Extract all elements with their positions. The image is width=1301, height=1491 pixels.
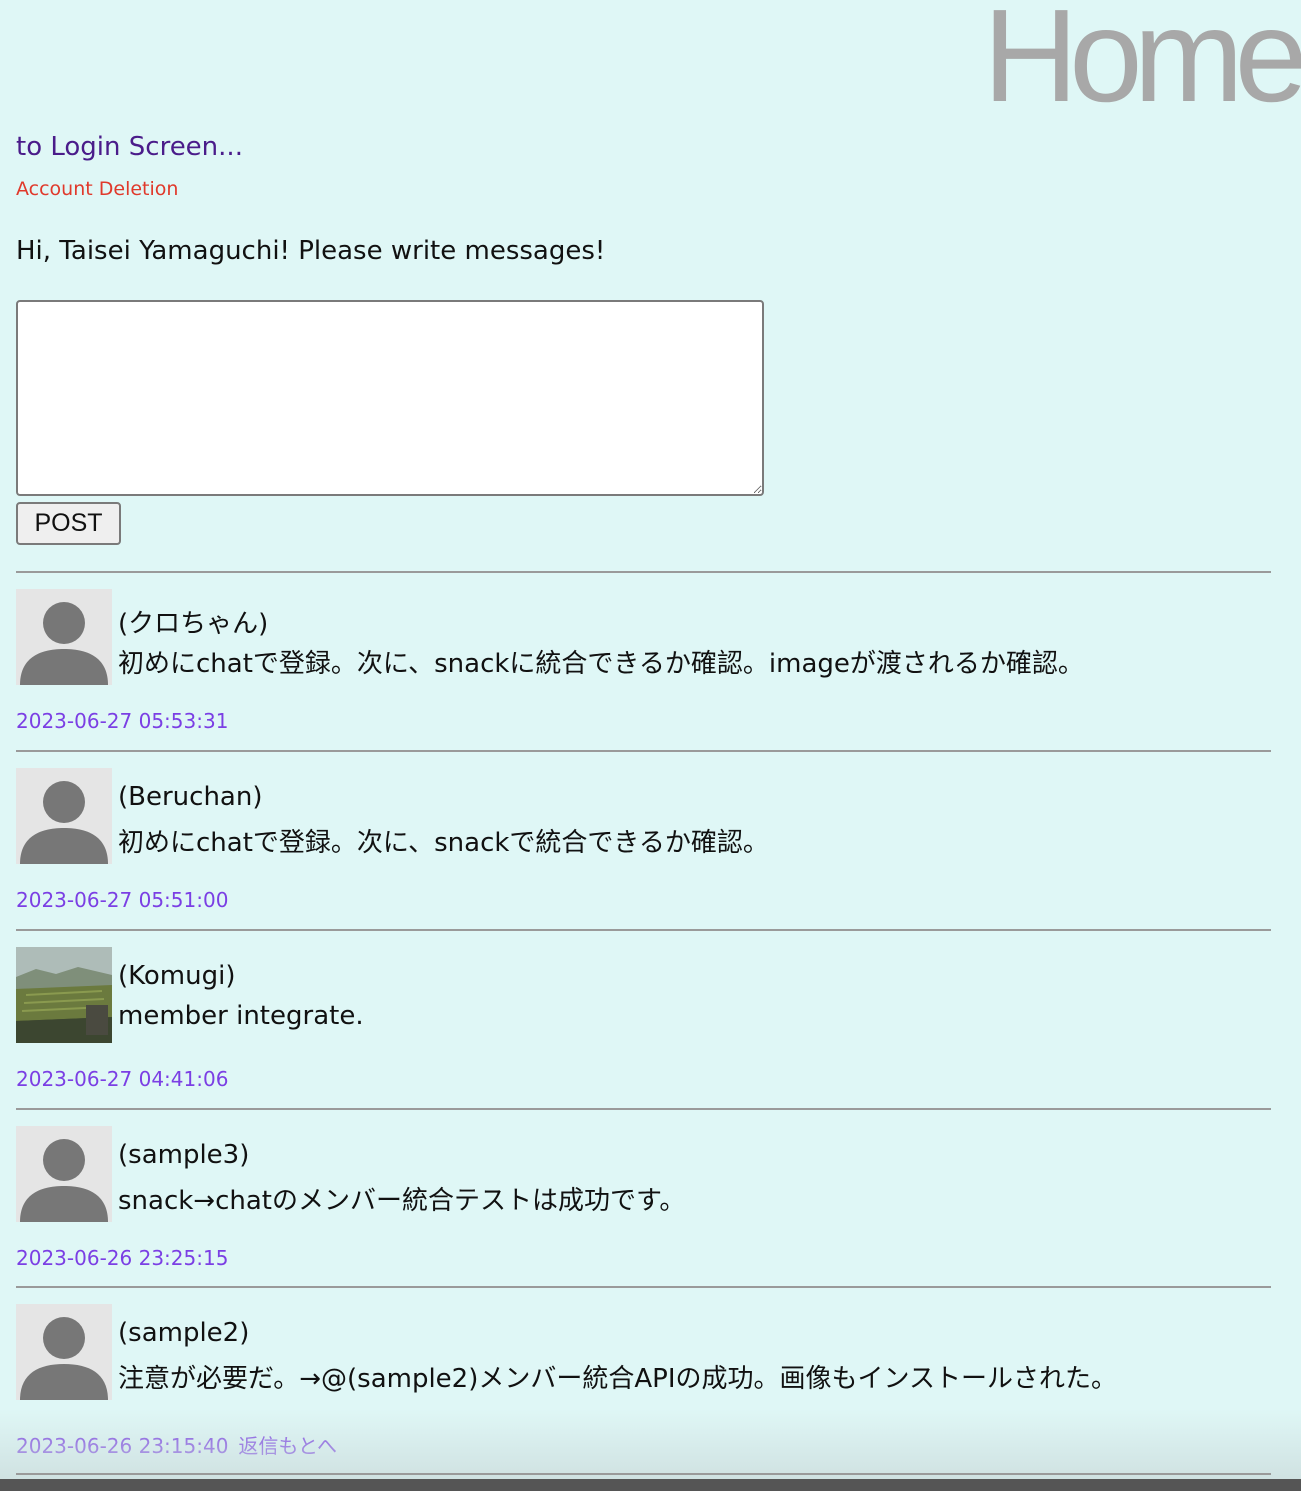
post-button[interactable]: POST [16, 502, 121, 545]
post-message: 注意が必要だ。→@(sample2)メンバー統合APIの成功。画像もインストール… [118, 1364, 1117, 1394]
reply-source-link[interactable]: 返信もとへ [238, 1434, 337, 1458]
post-message: 初めにchatで登録。次に、snackに統合できるか確認。imageが渡されるか… [118, 649, 1084, 679]
post-item: (Komugi) member integrate. 2023-06-27 04… [16, 931, 1271, 1106]
post-message: member integrate. [118, 1001, 364, 1031]
window-bottom-edge [0, 1479, 1301, 1491]
post-timestamp: 2023-06-26 23:15:40 [16, 1434, 229, 1458]
account-deletion-link[interactable]: Account Deletion [16, 178, 178, 200]
post-author: (Beruchan) [118, 782, 263, 812]
post-item: (Beruchan) 初めにchatで登録。次に、snackで統合できるか確認。… [16, 752, 1271, 927]
default-avatar-icon [16, 1304, 112, 1400]
post-item: (クロちゃん) 初めにchatで登録。次に、snackに統合できるか確認。ima… [16, 573, 1271, 748]
post-item: (sample2) 注意が必要だ。→@(sample2)メンバー統合APIの成功… [16, 1288, 1271, 1463]
greeting-text: Hi, Taisei Yamaguchi! Please write messa… [16, 236, 606, 266]
post-author: (sample3) [118, 1140, 250, 1170]
post-author: (sample2) [118, 1318, 250, 1348]
post-message: 初めにchatで登録。次に、snackで統合できるか確認。 [118, 828, 769, 858]
post-timestamp: 2023-06-26 23:25:15 [16, 1246, 229, 1270]
post-timestamp: 2023-06-27 05:51:00 [16, 888, 229, 912]
post-message: snack→chatのメンバー統合テストは成功です。 [118, 1186, 686, 1216]
default-avatar-icon [16, 1126, 112, 1222]
default-avatar-icon [16, 768, 112, 864]
post-item: (sample3) snack→chatのメンバー統合テストは成功です。 202… [16, 1110, 1271, 1285]
divider [16, 1473, 1271, 1475]
post-author: (クロちゃん) [118, 609, 269, 639]
post-author: (Komugi) [118, 961, 236, 991]
home-page: Home to Login Screen... Account Deletion… [0, 0, 1301, 1491]
post-timestamp-row: 2023-06-26 23:15:40 返信もとへ [16, 1430, 337, 1459]
page-title: Home [982, 0, 1301, 129]
landscape-photo [16, 947, 112, 1043]
post-timestamp: 2023-06-27 05:53:31 [16, 709, 229, 733]
post-timestamp: 2023-06-27 04:41:06 [16, 1067, 229, 1091]
message-textarea[interactable] [16, 300, 764, 496]
login-screen-link[interactable]: to Login Screen... [16, 132, 243, 162]
default-avatar-icon [16, 589, 112, 685]
